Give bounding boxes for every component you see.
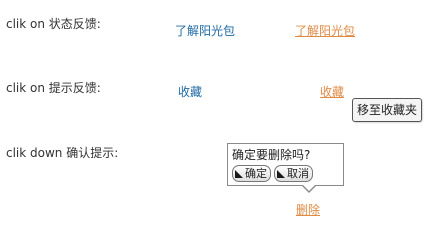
status-feedback-label: clik on 状态反馈: (6, 17, 101, 31)
confirm-ok-button[interactable]: 确定 (232, 165, 271, 182)
confirm-button-group: 确定 取消 (232, 165, 339, 182)
confirm-ok-label: 确定 (245, 167, 267, 180)
triangle-corner-icon (277, 169, 285, 178)
hint-feedback-label: clik on 提示反馈: (6, 81, 101, 95)
confirm-cancel-button[interactable]: 取消 (274, 165, 313, 182)
confirm-prompt-label: clik down 确认提示: (6, 146, 119, 160)
triangle-corner-icon (235, 169, 243, 178)
delete-confirm-popup: 确定要删除吗? 确定 取消 (227, 143, 344, 186)
move-to-favorites-tooltip: 移至收藏夹 (352, 98, 423, 122)
learn-sunshine-pack-link-hover[interactable]: 了解阳光包 (295, 22, 369, 39)
popup-pointer-arrow-fill (303, 185, 315, 191)
learn-sunshine-pack-link[interactable]: 了解阳光包 (175, 22, 235, 39)
favorite-link[interactable]: 收藏 (178, 83, 202, 100)
delete-confirm-question: 确定要删除吗? (232, 148, 311, 162)
confirm-cancel-label: 取消 (287, 167, 309, 180)
favorite-link-hover[interactable]: 收藏 (320, 83, 344, 100)
delete-link[interactable]: 删除 (296, 201, 320, 218)
